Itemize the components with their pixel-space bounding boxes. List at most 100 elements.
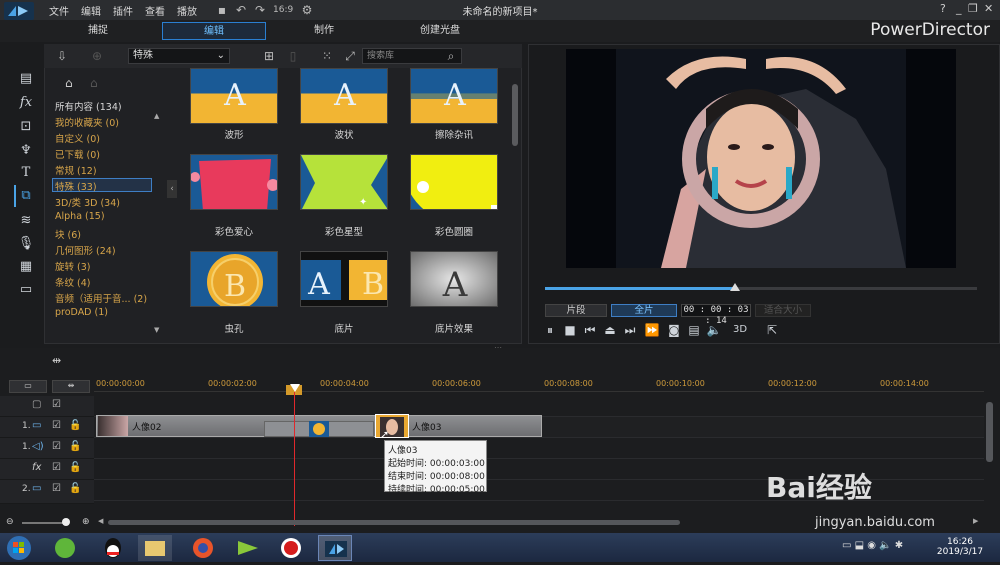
collapse-panel-button[interactable]: ‹: [167, 180, 177, 198]
pause-icon[interactable]: ⏸: [542, 322, 558, 338]
timecode-display[interactable]: 00 : 00 : 03 : 14: [681, 304, 751, 326]
track-enable-checkbox[interactable]: ☑: [52, 462, 61, 473]
timeline-view-icon[interactable]: ⇹: [52, 380, 90, 393]
taskbar-firefox-icon[interactable]: [186, 535, 220, 561]
remove-tag-icon[interactable]: ⌂: [90, 76, 98, 90]
close-button[interactable]: ✕: [984, 2, 993, 15]
taskbar-recorder-icon[interactable]: [274, 535, 308, 561]
save-icon[interactable]: ▪: [215, 3, 229, 17]
lock-icon[interactable]: 🔓: [69, 441, 81, 452]
fit-timeline-icon[interactable]: ⇹: [52, 354, 61, 367]
menu-edit[interactable]: 编辑: [81, 3, 101, 18]
category-item-selected[interactable]: 特殊 (33): [55, 179, 97, 193]
fit-size-dropdown[interactable]: 适合大小: [755, 304, 811, 317]
track-enable-checkbox[interactable]: ☑: [52, 483, 61, 494]
favorite-icon[interactable]: ▯: [286, 49, 300, 63]
media-room-icon[interactable]: ▤: [17, 70, 35, 88]
transition-marker[interactable]: [309, 421, 329, 437]
menu-view[interactable]: 查看: [145, 3, 165, 18]
taskbar-explorer-icon[interactable]: [138, 535, 172, 561]
snapshot-camera-icon[interactable]: ◙: [666, 322, 682, 338]
category-item[interactable]: 常规 (12): [55, 163, 97, 177]
category-item[interactable]: 旋转 (3): [55, 259, 90, 273]
lock-icon[interactable]: 🔓: [69, 483, 81, 494]
zoom-out-icon[interactable]: ⊖: [6, 517, 14, 527]
previous-frame-icon[interactable]: ⏮: [582, 322, 598, 338]
start-button[interactable]: [4, 534, 34, 562]
menu-file[interactable]: 文件: [49, 3, 69, 18]
audio-mixing-icon[interactable]: ≋: [17, 212, 35, 230]
transition-thumb-wormhole[interactable]: B: [190, 251, 278, 307]
transition-thumb-color-heart[interactable]: [190, 154, 278, 210]
taskbar-360-browser-icon[interactable]: [48, 535, 82, 561]
transition-thumb-film-effect[interactable]: A: [410, 251, 498, 307]
chapter-room-icon[interactable]: ▦: [17, 258, 35, 276]
undock-preview-icon[interactable]: ⇱: [764, 322, 780, 338]
help-icon[interactable]: ?: [940, 2, 946, 15]
add-to-timeline-icon[interactable]: ⊞: [262, 49, 276, 63]
grid-view-icon[interactable]: ⁙: [320, 49, 334, 63]
menu-playback[interactable]: 播放: [177, 3, 197, 18]
import-media-icon[interactable]: ⇩: [55, 49, 69, 63]
fast-forward-icon[interactable]: ⏩: [644, 322, 660, 338]
search-icon[interactable]: ⌕: [444, 49, 458, 63]
menu-plugins[interactable]: 插件: [113, 3, 133, 18]
add-tag-icon[interactable]: ⌂: [65, 76, 73, 90]
subtitle-icon[interactable]: ▤: [686, 322, 702, 338]
library-scrollbar-thumb[interactable]: [512, 84, 518, 146]
particle-room-icon[interactable]: ♆: [17, 142, 35, 160]
next-frame-icon[interactable]: ⏭: [622, 322, 638, 338]
scroll-right-icon[interactable]: ▶: [973, 517, 978, 525]
fx-room-icon[interactable]: fx: [17, 94, 35, 112]
category-item[interactable]: 自定义 (0): [55, 131, 100, 145]
lock-icon[interactable]: 🔓: [69, 462, 81, 473]
taskbar-media-player-icon[interactable]: [230, 535, 264, 561]
zoom-in-icon[interactable]: ⊕: [82, 517, 90, 527]
title-room-icon[interactable]: T: [17, 164, 35, 182]
taskbar-powerdirector-icon[interactable]: [318, 535, 352, 561]
master-track[interactable]: [94, 396, 984, 417]
preview-scrubber-knob[interactable]: [730, 283, 741, 291]
category-item[interactable]: Alpha (15): [55, 211, 105, 222]
transition-thumb-color-star[interactable]: ✦: [300, 154, 388, 210]
tray-icons[interactable]: ▭ ⬓ ◉ 🔈 ✱: [842, 540, 903, 551]
track-enable-checkbox[interactable]: ☑: [52, 420, 61, 431]
category-item[interactable]: 所有内容 (134): [55, 99, 122, 113]
aspect-ratio-icon[interactable]: 16:9: [273, 3, 293, 17]
track-enable-checkbox[interactable]: ☑: [52, 441, 61, 452]
storyboard-view-icon[interactable]: ▭: [9, 380, 47, 393]
settings-gear-icon[interactable]: ⚙: [300, 3, 314, 17]
minimize-button[interactable]: _: [956, 2, 962, 15]
category-item[interactable]: 条纹 (4): [55, 275, 90, 289]
movie-mode-button[interactable]: 全片: [611, 304, 677, 317]
zoom-slider-knob[interactable]: [62, 518, 70, 526]
voice-over-icon[interactable]: 🎙: [17, 235, 35, 253]
3d-mode-button[interactable]: 3D: [728, 322, 752, 338]
enable-all-checkbox[interactable]: ☑: [52, 399, 61, 410]
audio-track-1[interactable]: [94, 438, 984, 459]
clip-mode-button[interactable]: 片段: [545, 304, 607, 317]
transition-room-icon[interactable]: ⧉: [17, 187, 35, 205]
category-item[interactable]: 几何图形 (24): [55, 243, 116, 257]
transition-thumb-noise-wipe[interactable]: A: [410, 68, 498, 124]
category-item[interactable]: proDAD (1): [55, 307, 108, 318]
transition-thumb-color-circle[interactable]: [410, 154, 498, 210]
undo-icon[interactable]: ↶: [234, 3, 248, 17]
tab-capture[interactable]: 捕捉: [46, 22, 150, 40]
category-dropdown[interactable]: 特殊 ⌄: [128, 48, 230, 64]
scroll-left-icon[interactable]: ◀: [98, 517, 103, 525]
pip-room-icon[interactable]: ⊡: [17, 118, 35, 136]
category-scrollbar[interactable]: ▲ ▼: [154, 112, 162, 342]
timeline-horizontal-scrollbar[interactable]: [108, 520, 680, 525]
playhead-marker[interactable]: [290, 384, 300, 392]
transition-thumb-wave[interactable]: A: [190, 68, 278, 124]
subtitle-room-icon[interactable]: ▭: [17, 281, 35, 299]
redo-icon[interactable]: ↷: [253, 3, 267, 17]
timeline-vertical-scrollbar[interactable]: [986, 402, 993, 462]
download-icon[interactable]: ⊕: [90, 49, 104, 63]
category-item[interactable]: 音频（适用于音... (2): [55, 291, 147, 305]
lock-icon[interactable]: 🔓: [69, 420, 81, 431]
taskbar-clock[interactable]: 16:26 2019/3/17: [930, 537, 990, 557]
tab-produce[interactable]: 制作: [272, 22, 376, 40]
restore-button[interactable]: ❐: [968, 2, 978, 15]
